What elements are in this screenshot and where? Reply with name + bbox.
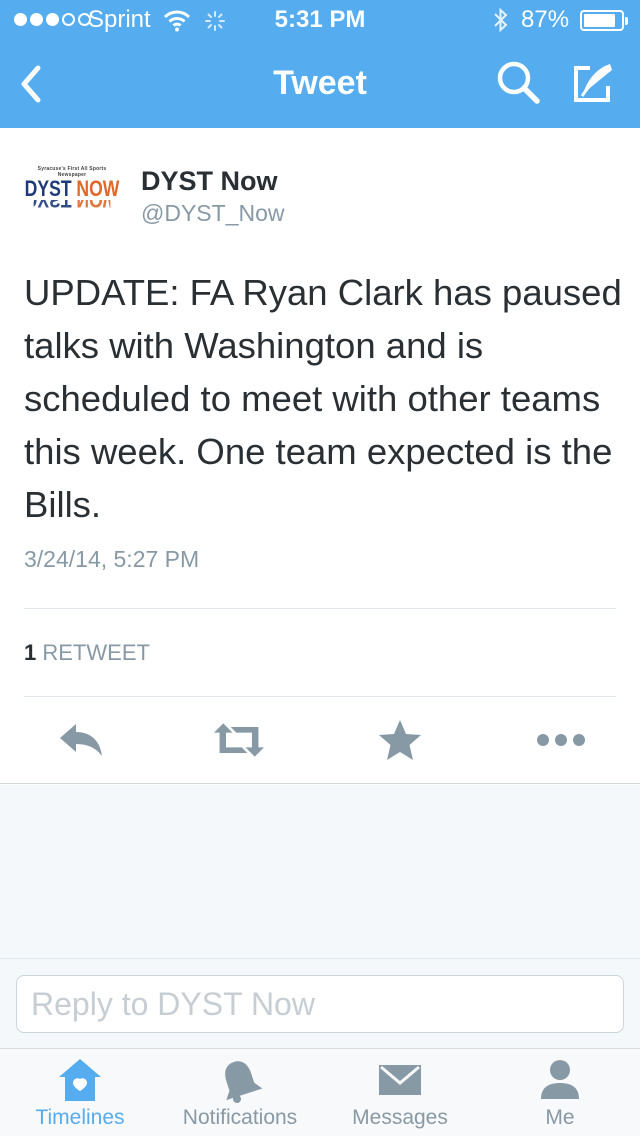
avatar[interactable]: Syracuse's First All Sports Newspaper DY… [24,166,120,210]
tab-notifications[interactable]: Notifications [160,1049,320,1136]
page-title: Tweet [273,64,367,102]
tweet-actions [0,696,640,784]
avatar-logo-reflection: DYSTNOW [34,200,111,210]
tab-label: Messages [352,1106,448,1129]
bell-icon [225,1061,263,1103]
tweet-detail: Syracuse's First All Sports Newspaper DY… [0,128,640,784]
status-bar: Sprint 5:31 PM 87% [0,0,640,40]
tab-timelines[interactable]: Timelines [0,1049,160,1136]
person-icon [541,1060,579,1099]
tab-messages[interactable]: Messages [320,1049,480,1136]
bluetooth-icon [494,7,508,33]
tweet-text: UPDATE: FA Ryan Clark has paused talks w… [24,272,622,525]
avatar-logo: DYST NOW [24,176,120,201]
tweet-timestamp: 3/24/14, 5:27 PM [24,546,200,572]
reply-icon[interactable] [56,718,106,762]
retweet-icon[interactable] [214,718,264,762]
reply-bar [0,958,640,1048]
compose-icon[interactable] [568,58,618,108]
favorite-icon[interactable] [375,718,425,762]
top-bar: Sprint 5:31 PM 87% Tweet [0,0,640,128]
retweet-count-number: 1 [24,640,37,665]
tab-bar: Timelines Notifications Messages Me [0,1048,640,1136]
author-name[interactable]: DYST Now [141,166,278,197]
divider [24,608,616,609]
more-icon[interactable] [536,718,586,762]
envelope-icon [379,1065,421,1095]
empty-replies-area [0,785,640,958]
author-handle[interactable]: @DYST_Now [141,200,285,227]
retweet-count-label: RETWEET [42,640,150,665]
tab-label: Notifications [182,1106,298,1129]
reply-input[interactable] [16,975,624,1033]
tab-me[interactable]: Me [480,1049,640,1136]
retweet-count[interactable]: 1 RETWEET [24,640,150,666]
battery-icon [580,10,628,31]
tab-label: Timelines [35,1106,125,1129]
battery-percent: 87% [521,6,570,33]
tab-label: Me [545,1106,575,1129]
home-icon [59,1059,101,1101]
search-icon[interactable] [494,58,544,108]
